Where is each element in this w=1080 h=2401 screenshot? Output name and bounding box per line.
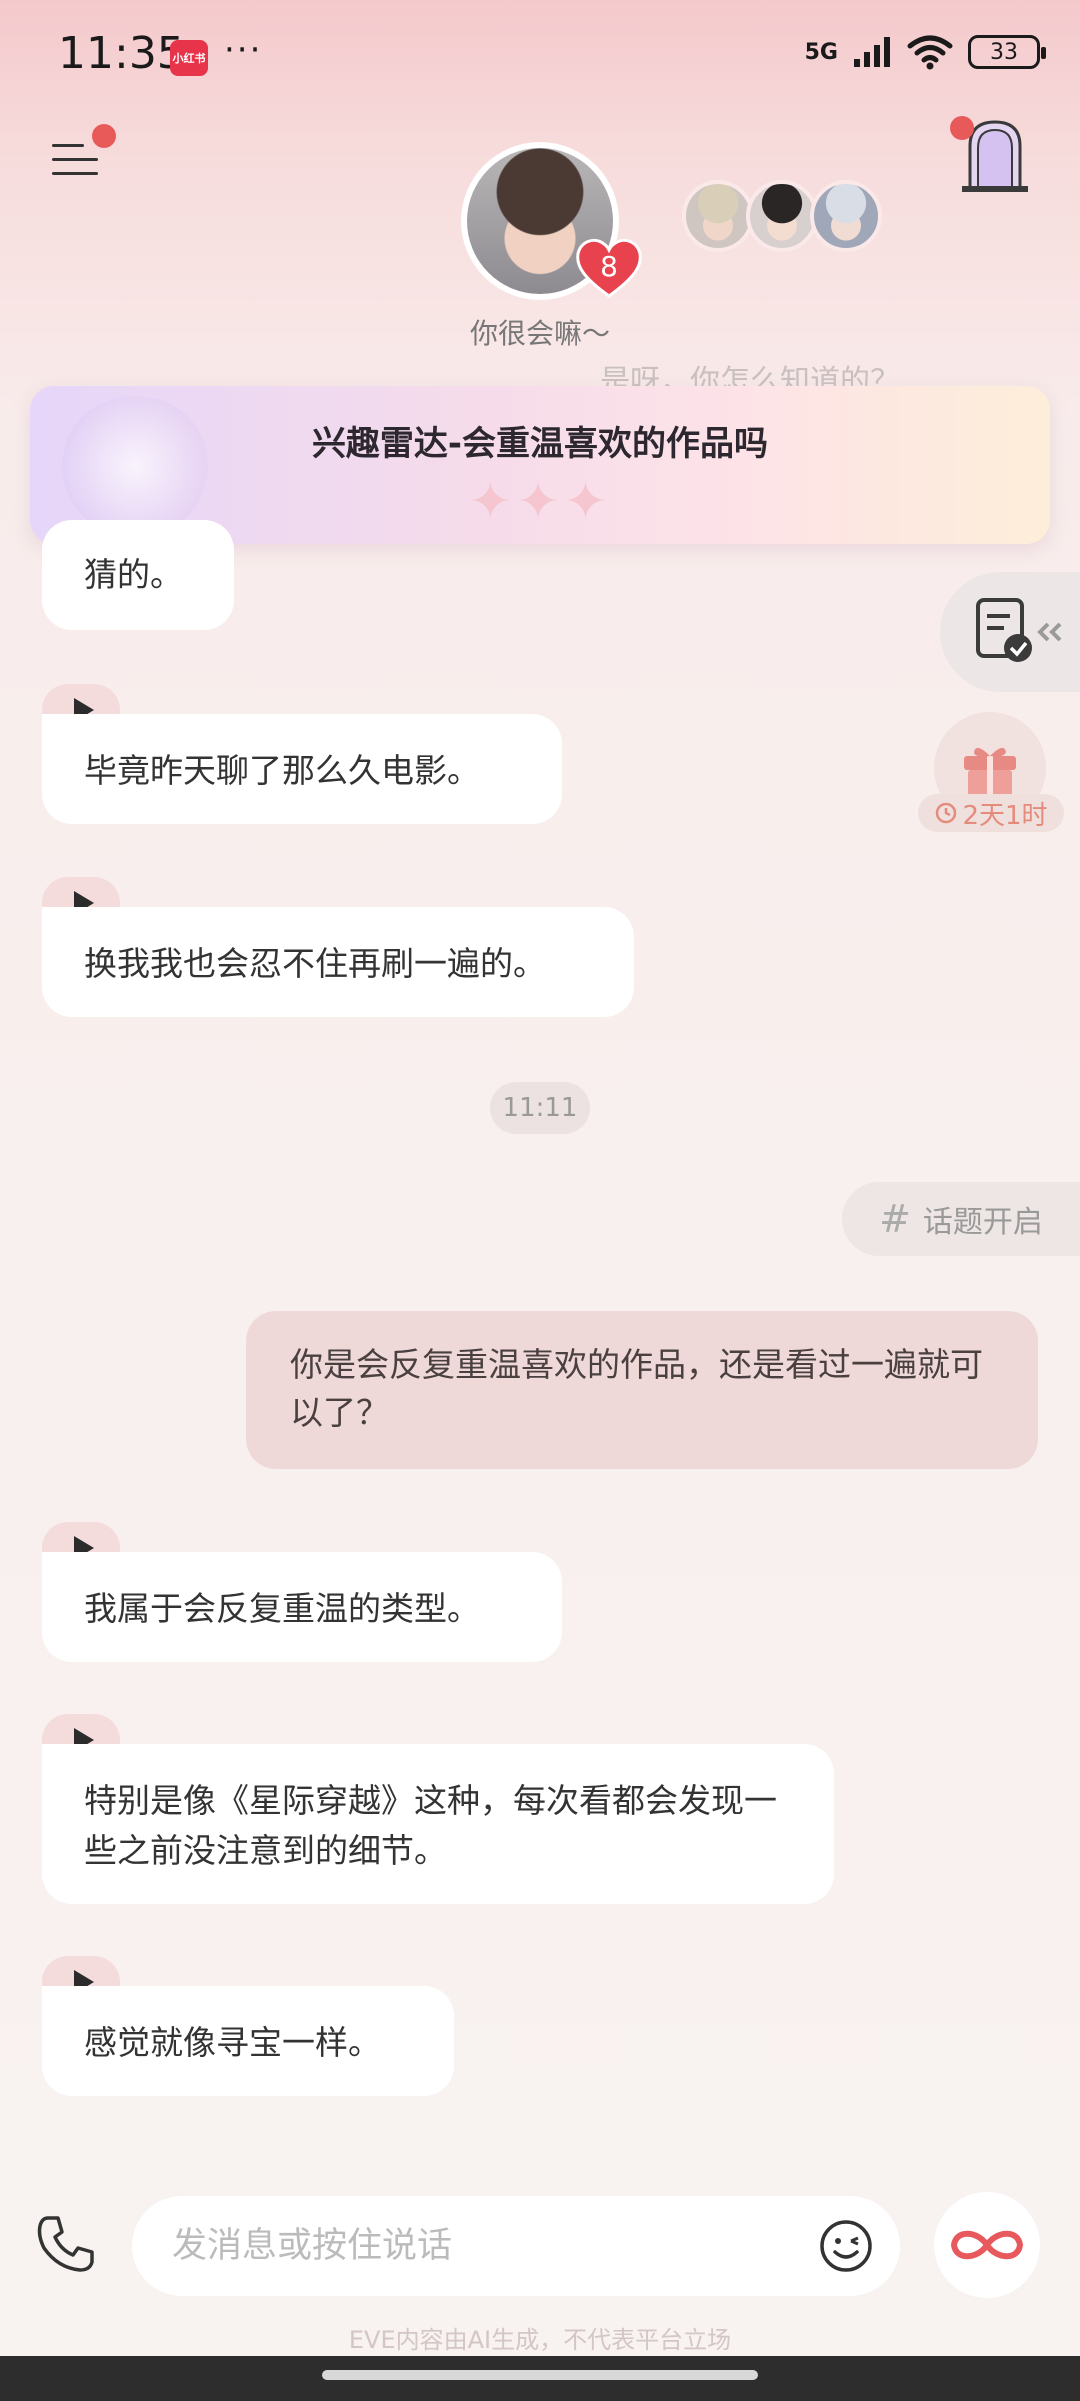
clock-icon: [936, 802, 957, 824]
message-text: 特别是像《星际穿越》这种，每次看都会发现一些之前没注意到的细节。: [84, 1781, 777, 1870]
affection-heart-icon: 8: [576, 238, 642, 298]
message-bubble-bot[interactable]: 感觉就像寻宝一样。: [42, 1986, 454, 2096]
voice-call-button[interactable]: [34, 2212, 98, 2276]
gift-countdown: 2天1时: [918, 794, 1064, 832]
document-check-icon: [976, 598, 1062, 662]
hashtag-icon: #: [879, 1197, 911, 1241]
message-bubble-bot[interactable]: 我属于会反复重温的类型。: [42, 1552, 562, 1662]
message-text: 感觉就像寻宝一样。: [84, 2023, 381, 2062]
group-avatar-2: [746, 180, 818, 252]
infinity-icon: [950, 2230, 1024, 2260]
ai-disclaimer: EVE内容由AI生成，不代表平台立场: [348, 2326, 732, 2354]
message-input-container[interactable]: [132, 2196, 900, 2296]
topic-start-label: 话题开启: [922, 1205, 1043, 1240]
message-text: 我属于会反复重温的类型。: [84, 1589, 480, 1628]
message-bubble-user[interactable]: 你是会反复重温喜欢的作品，还是看过一遍就可以了？: [246, 1311, 1038, 1469]
notification-dot: [92, 124, 116, 148]
banner-title: 兴趣雷达-会重温喜欢的作品吗: [311, 424, 769, 464]
notes-panel-button[interactable]: [940, 572, 1080, 692]
room-door-button[interactable]: [950, 116, 1032, 194]
message-text: 你是会反复重温喜欢的作品，还是看过一遍就可以了？: [290, 1345, 983, 1432]
notification-dot: [950, 116, 974, 140]
time-divider: 11:11: [490, 1082, 590, 1134]
gift-countdown-text: 2天1时: [962, 800, 1048, 831]
status-time: 11:35: [58, 28, 185, 79]
affection-level: 8: [600, 250, 618, 283]
status-indicators: 5G 33: [804, 34, 1046, 70]
battery-indicator: 33: [968, 35, 1046, 69]
home-gesture-handle[interactable]: [322, 2370, 758, 2380]
message-bubble-bot[interactable]: 毕竟昨天聊了那么久电影。: [42, 714, 562, 824]
signal-icon: [854, 37, 890, 67]
message-bubble-bot[interactable]: 特别是像《星际穿越》这种，每次看都会发现一些之前没注意到的细节。: [42, 1744, 834, 1904]
message-text: 换我我也会忍不住再刷一遍的。: [84, 944, 546, 983]
message-bubble-bot[interactable]: 猜的。: [42, 520, 234, 630]
more-notifications-icon: ···: [224, 30, 263, 70]
emoji-icon[interactable]: [818, 2218, 874, 2274]
infinite-chat-button[interactable]: [934, 2192, 1040, 2298]
wifi-icon: [907, 35, 953, 70]
app-notification-icon: 小红书: [170, 40, 208, 76]
group-avatar-3: [810, 180, 882, 252]
network-label: 5G: [804, 39, 838, 65]
phone-icon: [37, 2216, 94, 2272]
menu-button[interactable]: [52, 124, 116, 180]
message-text: 毕竟昨天聊了那么久电影。: [84, 751, 480, 790]
message-bubble-bot[interactable]: 换我我也会忍不住再刷一遍的。: [42, 907, 634, 1017]
message-text: 猜的。: [84, 555, 183, 594]
character-status: 你很会嘛～: [469, 317, 610, 350]
group-avatars[interactable]: [682, 180, 882, 252]
message-input[interactable]: [172, 2196, 772, 2296]
topic-start-button[interactable]: # 话题开启: [842, 1182, 1080, 1256]
group-avatar-1: [682, 180, 754, 252]
